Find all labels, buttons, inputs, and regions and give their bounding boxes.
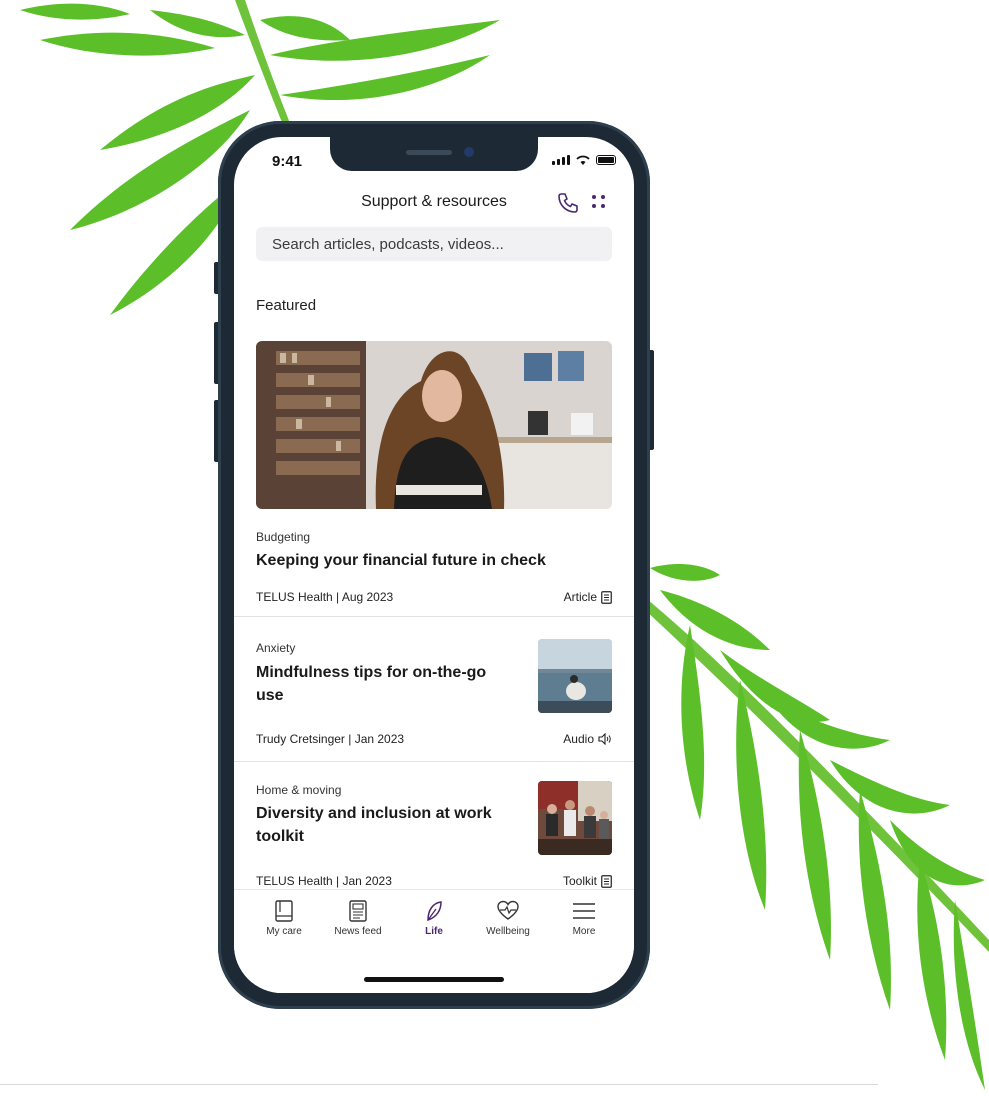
card-type: Audio — [563, 732, 612, 746]
featured-title[interactable]: Keeping your financial future in check — [256, 552, 546, 570]
card-thumbnail[interactable] — [538, 781, 612, 855]
featured-article-image[interactable] — [256, 341, 612, 509]
tab-label: Life — [425, 926, 443, 937]
leaf-icon — [427, 901, 442, 922]
home-indicator[interactable] — [364, 977, 504, 982]
phone-frame: 9:41 Support & resources Featured — [218, 121, 650, 1009]
content-type-label: Article — [563, 590, 597, 604]
featured-type: Article — [564, 590, 612, 604]
grid-dots-icon[interactable] — [592, 195, 606, 209]
search-input[interactable] — [256, 227, 612, 261]
featured-byline: TELUS Health | Aug 2023 — [256, 590, 394, 604]
wifi-icon — [576, 155, 590, 165]
separator — [234, 616, 634, 617]
hamburger-icon — [573, 903, 595, 919]
featured-category: Budgeting — [256, 530, 311, 544]
speaker — [406, 150, 452, 155]
tab-life[interactable]: Life — [398, 900, 470, 937]
tab-news-feed[interactable]: News feed — [322, 900, 394, 937]
tab-more[interactable]: More — [548, 900, 620, 937]
tab-label: My care — [266, 926, 302, 937]
tab-my-care[interactable]: My care — [248, 900, 320, 937]
phone-icon[interactable] — [556, 191, 580, 215]
article-icon — [601, 590, 612, 604]
card-thumbnail[interactable] — [538, 639, 612, 713]
status-icons — [552, 155, 616, 165]
content-type-label: Audio — [563, 732, 594, 746]
tab-wellbeing[interactable]: Wellbeing — [472, 900, 544, 937]
card-category: Anxiety — [256, 641, 296, 655]
separator — [234, 761, 634, 762]
card-byline: Trudy Cretsinger | Jan 2023 — [256, 732, 405, 746]
tab-label: Wellbeing — [486, 926, 530, 937]
card-title[interactable]: Diversity and inclusion at work toolkit — [256, 802, 496, 848]
section-title-featured: Featured — [256, 297, 317, 314]
tab-label: More — [572, 926, 596, 937]
audio-icon — [598, 733, 611, 745]
content-type-label: Toolkit — [562, 874, 597, 888]
battery-icon — [596, 155, 616, 165]
card-title[interactable]: Mindfulness tips for on-the-go use — [256, 661, 496, 707]
card-category: Home & moving — [256, 783, 342, 797]
toolkit-icon — [601, 874, 612, 888]
bottom-divider — [0, 1084, 878, 1085]
heart-pulse-icon — [497, 900, 519, 920]
tab-label: News feed — [334, 926, 382, 937]
signal-icon — [552, 155, 570, 165]
notch — [330, 137, 538, 171]
card-type: Toolkit — [563, 874, 612, 888]
book-icon — [275, 900, 293, 922]
phone-screen: 9:41 Support & resources Featured — [234, 137, 634, 993]
camera-icon — [464, 147, 474, 157]
status-time: 9:41 — [272, 153, 303, 170]
card-byline: TELUS Health | Jan 2023 — [256, 874, 392, 888]
newspaper-icon — [349, 900, 367, 922]
